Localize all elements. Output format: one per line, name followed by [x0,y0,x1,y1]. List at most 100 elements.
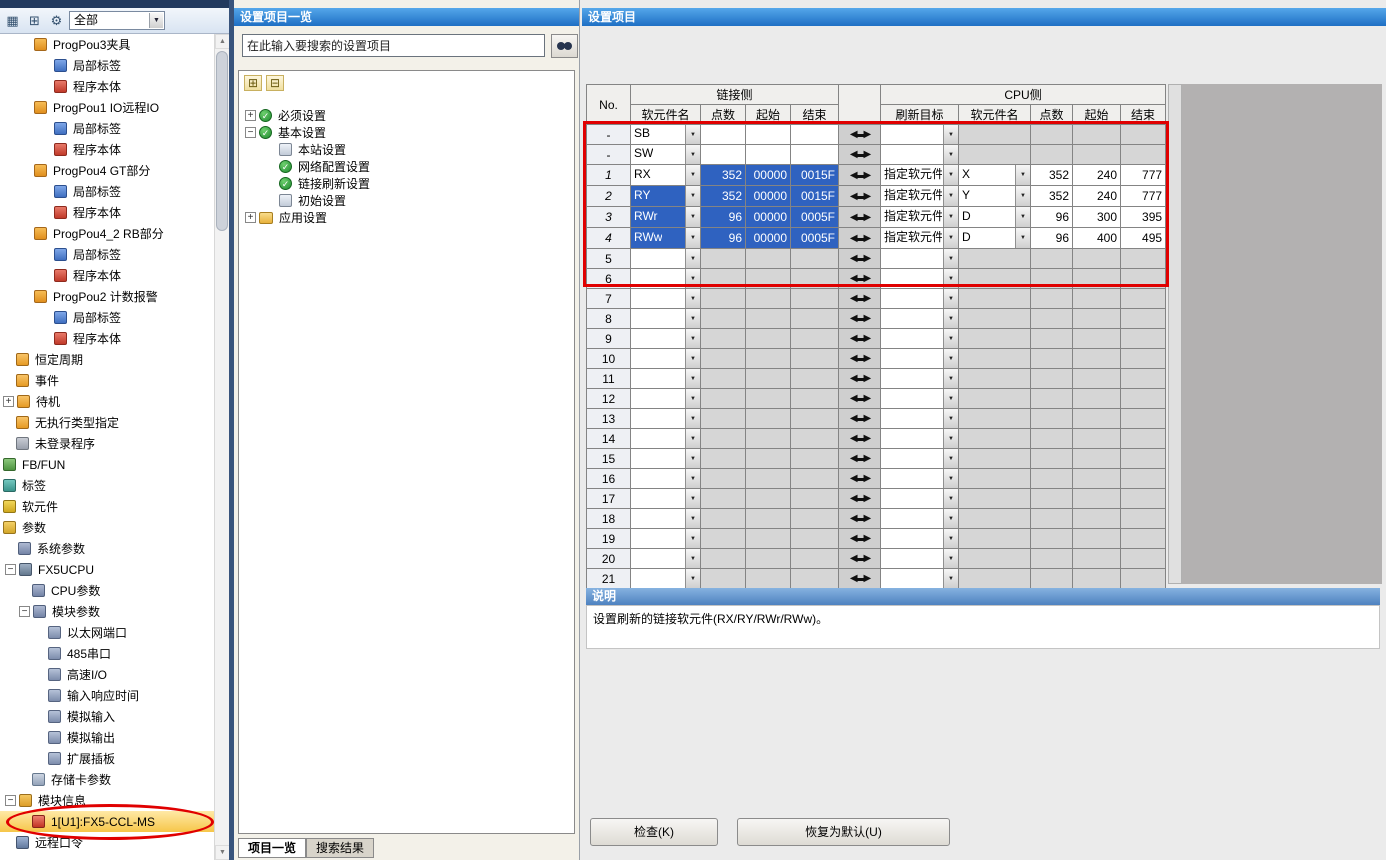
refresh-target-select[interactable]: ▼ [881,125,959,145]
tree-item[interactable]: 链接刷新设置 [243,175,572,192]
tree-item[interactable]: +必须设置 [243,107,572,124]
cpu-start-cell[interactable]: 240 [1073,165,1121,186]
dropdown-arrow-icon[interactable]: ▼ [685,449,700,468]
link-end-cell[interactable]: 0015F [791,186,839,207]
tree-item[interactable]: +应用设置 [243,209,572,226]
tree-item[interactable]: 软元件 [0,496,214,517]
scrollbar-thumb[interactable] [216,51,228,231]
tree-item[interactable]: 系统参数 [0,538,214,559]
refresh-target-select[interactable]: 指定软元件▼ [881,207,959,228]
refresh-target-select[interactable]: ▼ [881,569,959,589]
tree-item[interactable]: 1[U1]:FX5-CCL-MS [0,811,214,832]
link-device-select[interactable]: ▼ [631,389,701,409]
dropdown-arrow-icon[interactable]: ▼ [685,145,700,164]
search-input[interactable] [242,34,545,57]
dropdown-arrow-icon[interactable]: ▼ [943,289,958,308]
link-pts-cell[interactable]: 352 [701,186,746,207]
cpu-end-cell[interactable]: 777 [1121,186,1166,207]
tree-item[interactable]: 以太网端口 [0,622,214,643]
scroll-up-icon[interactable]: ▲ [215,34,230,49]
dropdown-arrow-icon[interactable]: ▼ [943,349,958,368]
expand-all-icon[interactable]: ⊞ [244,75,262,91]
refresh-target-select[interactable]: ▼ [881,145,959,165]
link-start-cell[interactable]: 00000 [746,165,791,186]
settings-gear-icon[interactable]: ⚙ [47,11,66,30]
link-device-select[interactable]: ▼ [631,289,701,309]
link-device-select[interactable]: ▼ [631,529,701,549]
cpu-pts-cell[interactable]: 352 [1031,165,1073,186]
link-start-cell[interactable]: 00000 [746,207,791,228]
cpu-pts-cell[interactable]: 96 [1031,207,1073,228]
link-device-select[interactable]: RWr▼ [631,207,701,228]
tree-item[interactable]: 扩展插板 [0,748,214,769]
refresh-target-select[interactable]: ▼ [881,549,959,569]
tree-item[interactable]: 存储卡参数 [0,769,214,790]
window-layout-icon[interactable]: ▦ [3,11,22,30]
dropdown-arrow-icon[interactable]: ▼ [943,549,958,568]
tab-item-list[interactable]: 项目一览 [238,838,306,858]
tree-item[interactable]: ProgPou4_2 RB部分 [0,223,214,244]
dropdown-arrow-icon[interactable]: ▼ [685,429,700,448]
tree-item[interactable]: 程序本体 [0,328,214,349]
refresh-target-select[interactable]: ▼ [881,469,959,489]
link-end-cell[interactable] [791,145,839,165]
expand-box-icon[interactable]: + [3,396,14,407]
cpu-start-cell[interactable]: 240 [1073,186,1121,207]
link-device-select[interactable]: RX▼ [631,165,701,186]
dropdown-arrow-icon[interactable]: ▼ [943,165,958,185]
tree-item[interactable]: 局部标签 [0,118,214,139]
cpu-end-cell[interactable]: 495 [1121,228,1166,249]
dropdown-arrow-icon[interactable]: ▼ [1015,186,1030,206]
refresh-target-select[interactable]: ▼ [881,509,959,529]
tree-item[interactable]: 程序本体 [0,202,214,223]
link-pts-cell[interactable]: 96 [701,207,746,228]
dropdown-arrow-icon[interactable]: ▼ [685,349,700,368]
tree-item[interactable]: +待机 [0,391,214,412]
dropdown-arrow-icon[interactable]: ▼ [685,409,700,428]
tree-item[interactable]: 标签 [0,475,214,496]
link-device-select[interactable]: ▼ [631,469,701,489]
restore-default-button[interactable]: 恢复为默认(U) [737,818,950,846]
tree-item[interactable]: 远程口令 [0,832,214,853]
link-device-select[interactable]: ▼ [631,569,701,589]
tree-item[interactable]: 事件 [0,370,214,391]
link-pts-cell[interactable] [701,145,746,165]
link-device-select[interactable]: ▼ [631,269,701,289]
link-start-cell[interactable] [746,145,791,165]
dropdown-arrow-icon[interactable]: ▼ [685,309,700,328]
tree-item[interactable]: 未登录程序 [0,433,214,454]
dropdown-arrow-icon[interactable]: ▼ [943,269,958,288]
link-end-cell[interactable] [791,125,839,145]
dropdown-arrow-icon[interactable]: ▼ [943,529,958,548]
refresh-target-select[interactable]: ▼ [881,409,959,429]
dropdown-arrow-icon[interactable]: ▼ [685,329,700,348]
dropdown-arrow-icon[interactable]: ▼ [943,489,958,508]
link-device-select[interactable]: ▼ [631,489,701,509]
refresh-target-select[interactable]: ▼ [881,249,959,269]
collapse-box-icon[interactable]: − [19,606,30,617]
dropdown-arrow-icon[interactable]: ▼ [943,449,958,468]
collapse-box-icon[interactable]: − [5,564,16,575]
cpu-device-select[interactable]: Y▼ [959,186,1031,207]
tree-item[interactable]: 参数 [0,517,214,538]
tree-item[interactable]: −基本设置 [243,124,572,141]
tab-search-results[interactable]: 搜索结果 [306,838,374,858]
link-device-select[interactable]: ▼ [631,249,701,269]
dropdown-arrow-icon[interactable]: ▼ [685,269,700,288]
tree-item[interactable]: −FX5UCPU [0,559,214,580]
dropdown-arrow-icon[interactable]: ▼ [685,289,700,308]
refresh-target-select[interactable]: 指定软元件▼ [881,186,959,207]
link-device-select[interactable]: SW▼ [631,145,701,165]
tree-item[interactable]: 程序本体 [0,139,214,160]
refresh-target-select[interactable]: ▼ [881,529,959,549]
tree-item[interactable]: 网络配置设置 [243,158,572,175]
tree-item[interactable]: FB/FUN [0,454,214,475]
tree-item[interactable]: ProgPou3夹具 [0,34,214,55]
link-device-select[interactable]: ▼ [631,409,701,429]
cpu-device-select[interactable]: X▼ [959,165,1031,186]
refresh-target-select[interactable]: ▼ [881,269,959,289]
link-end-cell[interactable]: 0005F [791,228,839,249]
tree-item[interactable]: 局部标签 [0,244,214,265]
collapse-box-icon[interactable]: − [5,795,16,806]
dropdown-arrow-icon[interactable]: ▼ [1015,207,1030,227]
